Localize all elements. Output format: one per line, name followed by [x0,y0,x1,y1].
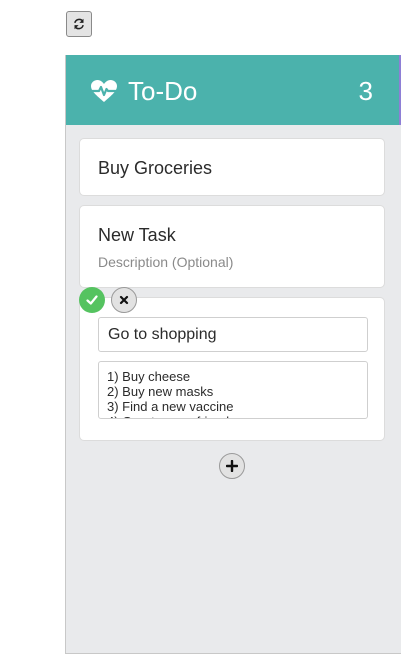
task-editor-card: 1) Buy cheese 2) Buy new masks 3) Find a… [79,297,385,441]
close-icon [119,295,129,305]
app-header: To-Do 3 [66,55,401,125]
heart-pulse-icon [91,80,117,102]
task-title: Buy Groceries [98,158,213,178]
task-card[interactable]: New Task Description (Optional) [79,205,385,288]
app-title: To-Do [128,76,198,106]
task-title-input[interactable] [98,317,368,352]
task-description-textarea[interactable]: 1) Buy cheese 2) Buy new masks 3) Find a… [98,361,368,419]
check-icon [86,295,98,305]
task-description: Description (Optional) [98,254,234,270]
cancel-button[interactable] [111,287,137,313]
task-title: New Task [98,225,176,245]
add-task-button[interactable] [219,453,245,479]
refresh-button[interactable] [66,11,92,37]
confirm-button[interactable] [79,287,105,313]
plus-icon [226,460,238,472]
todo-app: To-Do 3 Buy Groceries New Task Descripti… [65,55,401,654]
task-card[interactable]: Buy Groceries [79,138,385,196]
task-count: 3 [358,76,373,106]
refresh-icon [74,18,84,30]
